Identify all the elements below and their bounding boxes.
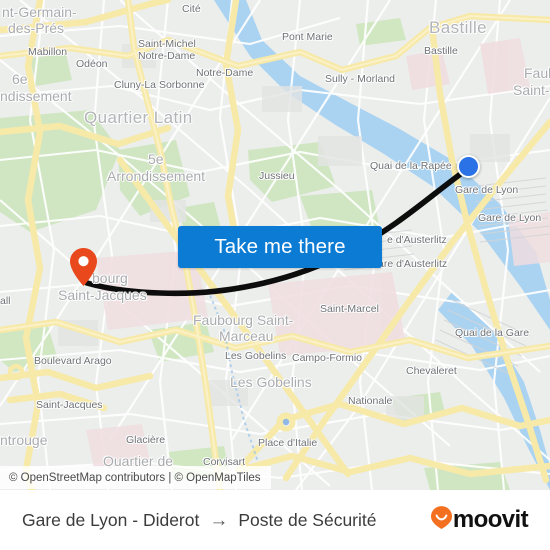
moovit-logo[interactable]: moovit [430,506,529,534]
map-attribution-text: © OpenStreetMap contributors | © OpenMap… [9,471,261,484]
trip-summary: Gare de Lyon - Diderot → Poste de Sécuri… [22,510,431,531]
take-me-there-label: Take me there [214,235,346,258]
footer-bar: Gare de Lyon - Diderot → Poste de Sécuri… [0,490,550,550]
map-pin-icon [70,248,97,286]
moovit-trip-map-screen: nt-Germain-des-Prés Cité Pont Marie Bastill… [0,0,550,550]
trip-destination-label: Poste de Sécurité [238,509,377,530]
map-canvas[interactable]: nt-Germain-des-Prés Cité Pont Marie Bastill… [0,0,550,490]
destination-marker[interactable] [70,248,97,286]
moovit-pin-icon [430,506,452,534]
map-attribution[interactable]: © OpenStreetMap contributors | © OpenMap… [0,466,271,489]
arrow-right-icon: → [209,509,229,531]
origin-marker[interactable] [457,155,480,178]
roundabout-place-ditalie [276,412,296,432]
moovit-wordmark: moovit [452,506,529,533]
trip-origin-label: Gare de Lyon - Diderot [22,509,200,530]
take-me-there-button[interactable]: Take me there [178,226,382,268]
